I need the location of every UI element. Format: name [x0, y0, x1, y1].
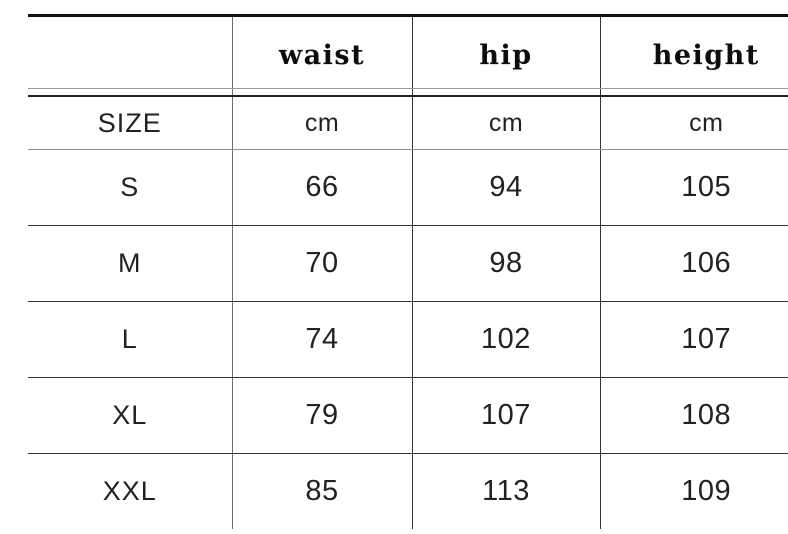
unit-cell-height: cm — [600, 96, 788, 150]
height-value: 106 — [601, 249, 788, 278]
table-row: M 70 98 106 — [28, 226, 788, 302]
cell-height: 107 — [600, 302, 788, 378]
unit-cell-waist: cm — [232, 96, 412, 150]
separator-cell-waist — [232, 89, 412, 97]
header-cell-hip: hip — [412, 16, 600, 89]
cell-waist: 66 — [232, 150, 412, 226]
hip-value: 113 — [413, 477, 600, 506]
size-value: XXL — [28, 478, 232, 505]
cell-size: M — [28, 226, 232, 302]
hip-value: 107 — [413, 401, 600, 430]
hip-value: 98 — [413, 249, 600, 278]
height-value: 108 — [601, 401, 788, 430]
size-value: XL — [28, 402, 232, 429]
waist-value: 66 — [233, 173, 412, 202]
cell-height: 105 — [600, 150, 788, 226]
header-cell-corner — [28, 16, 232, 89]
hip-value: 94 — [413, 173, 600, 202]
separator-cell-hip — [412, 89, 600, 97]
table-separator-row — [28, 89, 788, 97]
cell-hip: 113 — [412, 454, 600, 530]
cell-height: 106 — [600, 226, 788, 302]
size-value: S — [28, 174, 232, 201]
separator-cell-size — [28, 89, 232, 97]
cell-size: XXL — [28, 454, 232, 530]
size-table: waist hip height — [28, 14, 788, 529]
header-label-height: height — [601, 36, 788, 69]
table-row: L 74 102 107 — [28, 302, 788, 378]
unit-label-height: cm — [601, 111, 788, 136]
header-label-corner — [28, 50, 232, 56]
cell-hip: 94 — [412, 150, 600, 226]
size-table-container: waist hip height — [28, 14, 788, 534]
cell-waist: 79 — [232, 378, 412, 454]
unit-label-size: SIZE — [28, 110, 232, 137]
cell-hip: 102 — [412, 302, 600, 378]
waist-value: 70 — [233, 249, 412, 278]
header-cell-height: height — [600, 16, 788, 89]
height-value: 105 — [601, 173, 788, 202]
waist-value: 79 — [233, 401, 412, 430]
unit-label-waist: cm — [233, 111, 412, 136]
unit-cell-size: SIZE — [28, 96, 232, 150]
size-value: L — [28, 326, 232, 353]
waist-value: 85 — [233, 477, 412, 506]
cell-size: S — [28, 150, 232, 226]
header-label-hip: hip — [413, 36, 600, 69]
cell-size: XL — [28, 378, 232, 454]
table-row: XL 79 107 108 — [28, 378, 788, 454]
cell-height: 109 — [600, 454, 788, 530]
waist-value: 74 — [233, 325, 412, 354]
height-value: 107 — [601, 325, 788, 354]
unit-label-hip: cm — [413, 111, 600, 136]
table-row: XXL 85 113 109 — [28, 454, 788, 530]
table-unit-row: SIZE cm cm cm — [28, 96, 788, 150]
unit-cell-hip: cm — [412, 96, 600, 150]
cell-hip: 98 — [412, 226, 600, 302]
hip-value: 102 — [413, 325, 600, 354]
table-header-row: waist hip height — [28, 16, 788, 89]
cell-waist: 85 — [232, 454, 412, 530]
cell-waist: 74 — [232, 302, 412, 378]
size-value: M — [28, 250, 232, 277]
size-chart: waist hip height — [0, 0, 788, 524]
cell-size: L — [28, 302, 232, 378]
header-cell-waist: waist — [232, 16, 412, 89]
header-label-waist: waist — [233, 36, 412, 69]
separator-cell-height — [600, 89, 788, 97]
cell-hip: 107 — [412, 378, 600, 454]
table-row: S 66 94 105 — [28, 150, 788, 226]
cell-height: 108 — [600, 378, 788, 454]
cell-waist: 70 — [232, 226, 412, 302]
height-value: 109 — [601, 477, 788, 506]
